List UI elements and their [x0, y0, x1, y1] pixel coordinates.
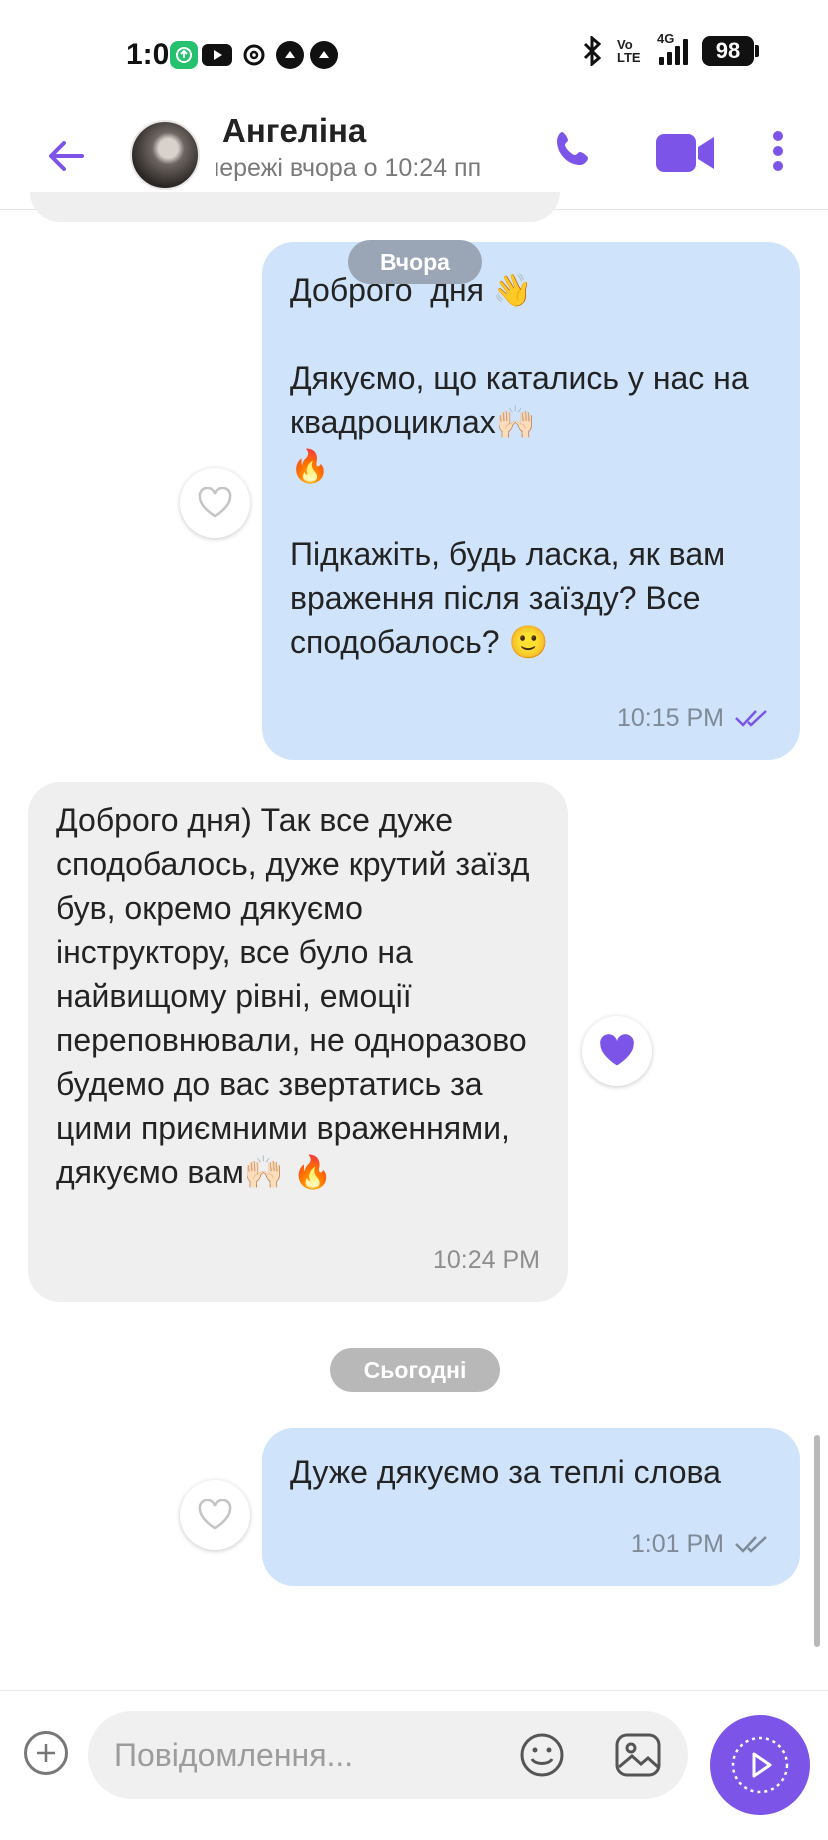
back-arrow-icon[interactable] [42, 132, 90, 180]
previous-message-edge [30, 192, 560, 222]
video-call-icon[interactable] [654, 130, 718, 181]
whatsapp-icon [170, 41, 198, 69]
volte-indicator: Vo LTE [617, 37, 641, 65]
date-separator: Сьогодні [330, 1348, 500, 1392]
last-seen-status: мережі вчора о 10:24 пп [216, 154, 482, 182]
attach-plus-icon[interactable] [24, 1731, 68, 1775]
message-meta: 1:01 PM [631, 1522, 772, 1566]
message-time: 10:24 PM [432, 1246, 540, 1274]
message-text: Дуже дякуємо за теплі слова [290, 1454, 721, 1490]
double-check-icon [735, 1536, 767, 1553]
message-text: Доброго дня) Так все дуже сподобалось, д… [56, 802, 539, 1190]
message-meta: 10:24 PM [433, 1238, 540, 1282]
heart-outline-icon [198, 1499, 232, 1530]
message-time: 10:15 PM [616, 704, 724, 732]
youtube-icon [202, 44, 232, 66]
status-indicators: Vo LTE 4G 98 [581, 31, 759, 66]
heart-filled-icon [600, 1034, 634, 1066]
heart-outline-icon [198, 487, 232, 518]
outgoing-message[interactable]: Доброго дня 👋 Дякуємо, що катались у нас… [262, 242, 800, 760]
reaction-button[interactable] [180, 1480, 250, 1550]
bluetooth-icon [583, 36, 602, 66]
more-vertical-icon[interactable] [770, 128, 786, 179]
double-check-icon [735, 710, 767, 727]
message-list[interactable]: Доброго дня 👋 Дякуємо, що катались у нас… [0, 192, 828, 1688]
contact-name[interactable]: Ангеліна [222, 112, 366, 150]
message-text: Доброго дня 👋 Дякуємо, що катались у нас… [290, 272, 749, 660]
emoji-icon[interactable] [518, 1731, 566, 1784]
gallery-icon[interactable] [613, 1731, 663, 1784]
avatar[interactable] [130, 120, 200, 190]
threads-icon [240, 41, 268, 69]
phone-icon[interactable] [550, 126, 596, 177]
message-composer [0, 1690, 828, 1840]
play-circle-icon [731, 1736, 789, 1794]
battery-indicator: 98 [702, 36, 759, 66]
reaction-button[interactable] [582, 1016, 652, 1086]
status-bar: 1:01 Vo LTE 4G 98 [0, 0, 828, 110]
message-input[interactable] [114, 1711, 514, 1799]
notification-icon [276, 41, 304, 69]
send-voice-button[interactable] [710, 1715, 810, 1815]
message-time: 1:01 PM [630, 1530, 724, 1558]
incoming-message[interactable]: Доброго дня) Так все дуже сподобалось, д… [28, 782, 568, 1302]
notification-icon [310, 41, 338, 69]
message-meta: 10:15 PM [617, 696, 772, 740]
scrollbar[interactable] [814, 1435, 820, 1647]
reaction-button[interactable] [180, 468, 250, 538]
date-label: Вчора [380, 248, 450, 275]
message-input-container [88, 1711, 688, 1799]
date-separator: Вчора [348, 240, 482, 284]
date-label: Сьогодні [363, 1356, 467, 1383]
outgoing-message[interactable]: Дуже дякуємо за теплі слова 1:01 PM [262, 1428, 800, 1586]
battery-level: 98 [715, 38, 741, 63]
network-type: 4G [657, 31, 675, 46]
